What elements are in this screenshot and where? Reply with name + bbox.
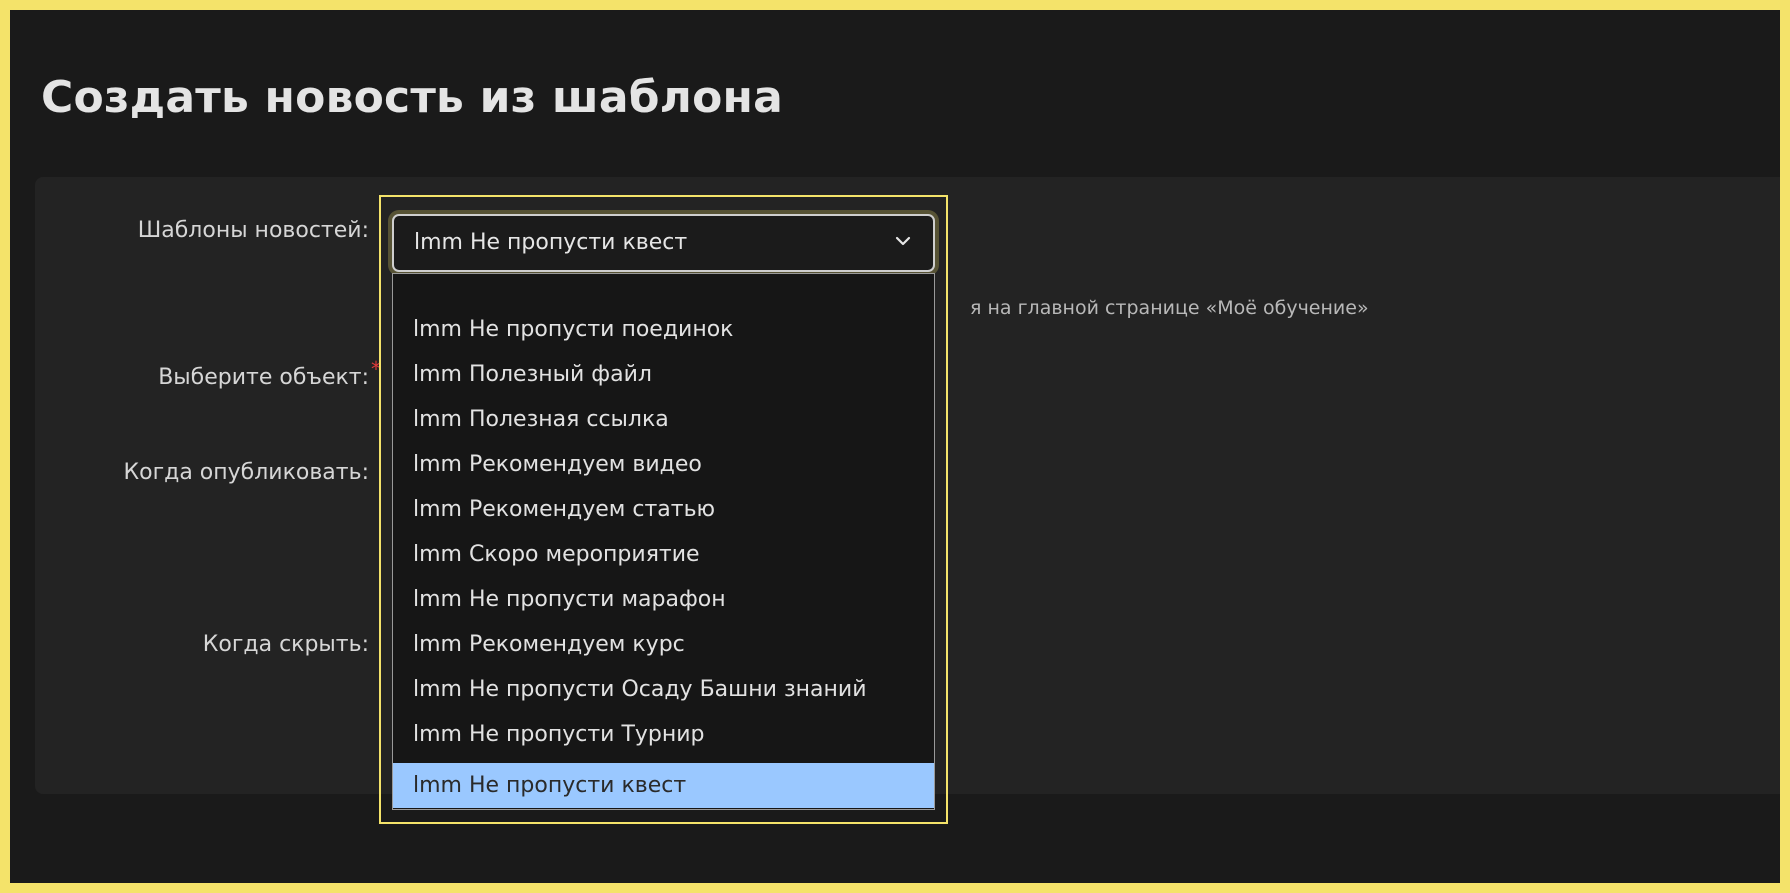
templates-label: Шаблоны новостей: bbox=[137, 218, 369, 243]
publish-when-label: Когда опубликовать: bbox=[123, 460, 369, 485]
dropdown-option[interactable]: lmm Не пропусти марафон bbox=[393, 577, 934, 622]
dropdown-option[interactable]: lmm Рекомендуем статью bbox=[393, 487, 934, 532]
hide-label-wrap: Когда скрыть: bbox=[35, 632, 369, 672]
object-label-wrap: Выберите объект: * bbox=[35, 357, 381, 405]
dropdown-option-selected[interactable]: lmm Не пропусти квест bbox=[393, 763, 934, 808]
dropdown-option[interactable]: lmm Рекомендуем курс bbox=[393, 622, 934, 667]
hint-text: я на главной странице «Моё обучение» bbox=[970, 297, 1369, 319]
dropdown-option[interactable]: lmm Не пропусти Турнир bbox=[393, 712, 934, 757]
templates-label-wrap: Шаблоны новостей: bbox=[35, 218, 369, 258]
template-dropdown-list: lmm Не пропусти поединок lmm Полезный фа… bbox=[392, 273, 935, 810]
publish-label-wrap: Когда опубликовать: bbox=[35, 460, 369, 500]
page-title: Создать новость из шаблона bbox=[41, 72, 783, 123]
dropdown-option[interactable]: lmm Полезная ссылка bbox=[393, 397, 934, 442]
template-select[interactable]: lmm Не пропусти квест bbox=[392, 214, 935, 272]
dropdown-option[interactable]: lmm Не пропусти поединок bbox=[393, 307, 934, 352]
template-select-value: lmm Не пропусти квест bbox=[414, 230, 688, 255]
dropdown-option[interactable]: lmm Не пропусти Осаду Башни знаний bbox=[393, 667, 934, 712]
chevron-down-icon bbox=[895, 236, 911, 246]
object-label: Выберите объект: bbox=[158, 365, 369, 390]
dropdown-option[interactable]: lmm Скоро мероприятие bbox=[393, 532, 934, 577]
dropdown-option[interactable]: lmm Полезный файл bbox=[393, 352, 934, 397]
dropdown-option[interactable]: lmm Рекомендуем видео bbox=[393, 442, 934, 487]
hide-when-label: Когда скрыть: bbox=[202, 632, 369, 657]
page-frame: Создать новость из шаблона Шаблоны новос… bbox=[10, 10, 1780, 883]
